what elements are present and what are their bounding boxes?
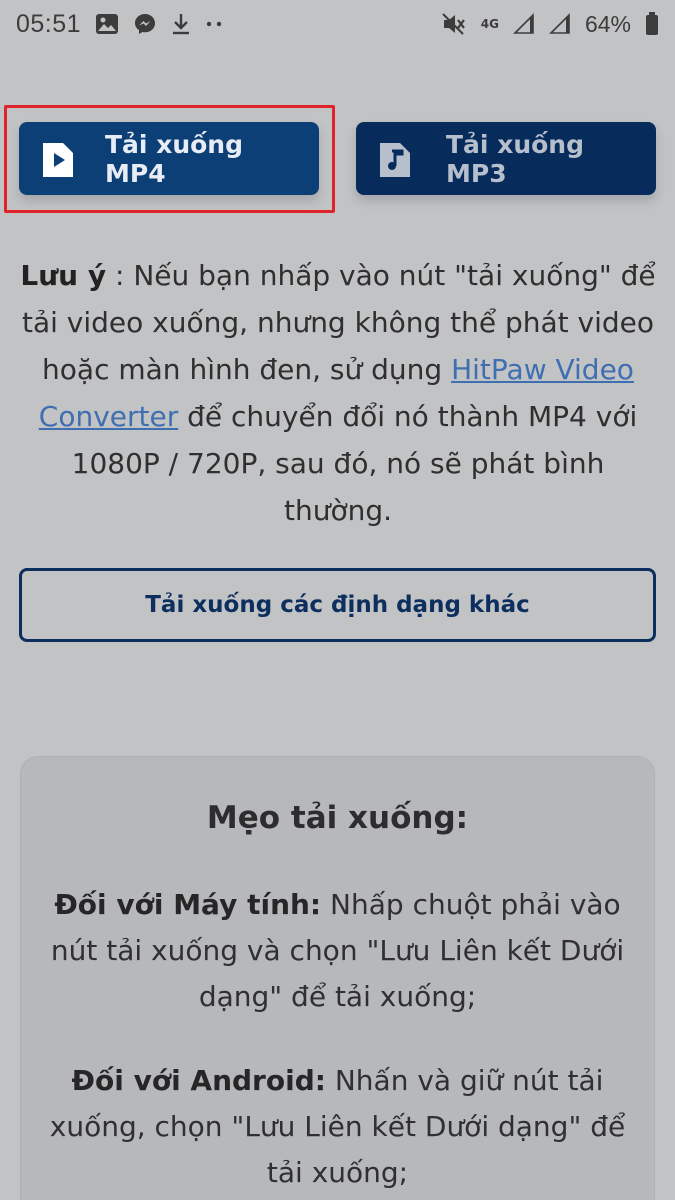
network-indicator: 4G	[480, 16, 499, 31]
highlight-frame	[4, 105, 335, 213]
tip-computer: Đối với Máy tính: Nhấp chuột phải vào nú…	[40, 882, 635, 1020]
note-label: Lưu ý	[20, 259, 107, 292]
signal-icon	[513, 13, 535, 35]
download-mp3-label: Tải xuống MP3	[446, 129, 584, 188]
download-mp3-button[interactable]: Tải xuống MP3	[356, 122, 656, 195]
tips-title: Mẹo tải xuống:	[206, 800, 469, 836]
download-icon	[171, 12, 191, 36]
note-paragraph: Lưu ý : Nếu bạn nhấp vào nút "tải xuống"…	[14, 252, 662, 534]
battery-icon	[645, 12, 659, 36]
messenger-icon	[133, 12, 157, 36]
tip-android: Đối với Android: Nhấn và giữ nút tải xuố…	[40, 1058, 635, 1196]
battery-percent: 64%	[584, 10, 631, 37]
status-bar: 05:51 4G 64%	[0, 0, 675, 48]
download-other-formats-label: Tải xuống các định dạng khác	[145, 592, 530, 618]
download-other-formats-button[interactable]: Tải xuống các định dạng khác	[19, 568, 656, 642]
tip-computer-label: Đối với Máy tính:	[54, 888, 322, 921]
more-dots-icon	[205, 19, 223, 29]
page: 05:51 4G 64% Tải xuống MP4 Tải xuống MP3…	[0, 0, 675, 1200]
network-type: 4G	[480, 16, 499, 31]
mute-icon	[441, 12, 467, 36]
audio-file-icon	[378, 141, 412, 185]
status-bar-left: 05:51	[16, 10, 223, 39]
signal-icon	[549, 13, 571, 35]
status-time: 05:51	[16, 9, 82, 38]
tip-android-label: Đối với Android:	[71, 1064, 326, 1097]
status-bar-right: 4G 64%	[441, 11, 659, 38]
image-icon	[95, 13, 119, 35]
